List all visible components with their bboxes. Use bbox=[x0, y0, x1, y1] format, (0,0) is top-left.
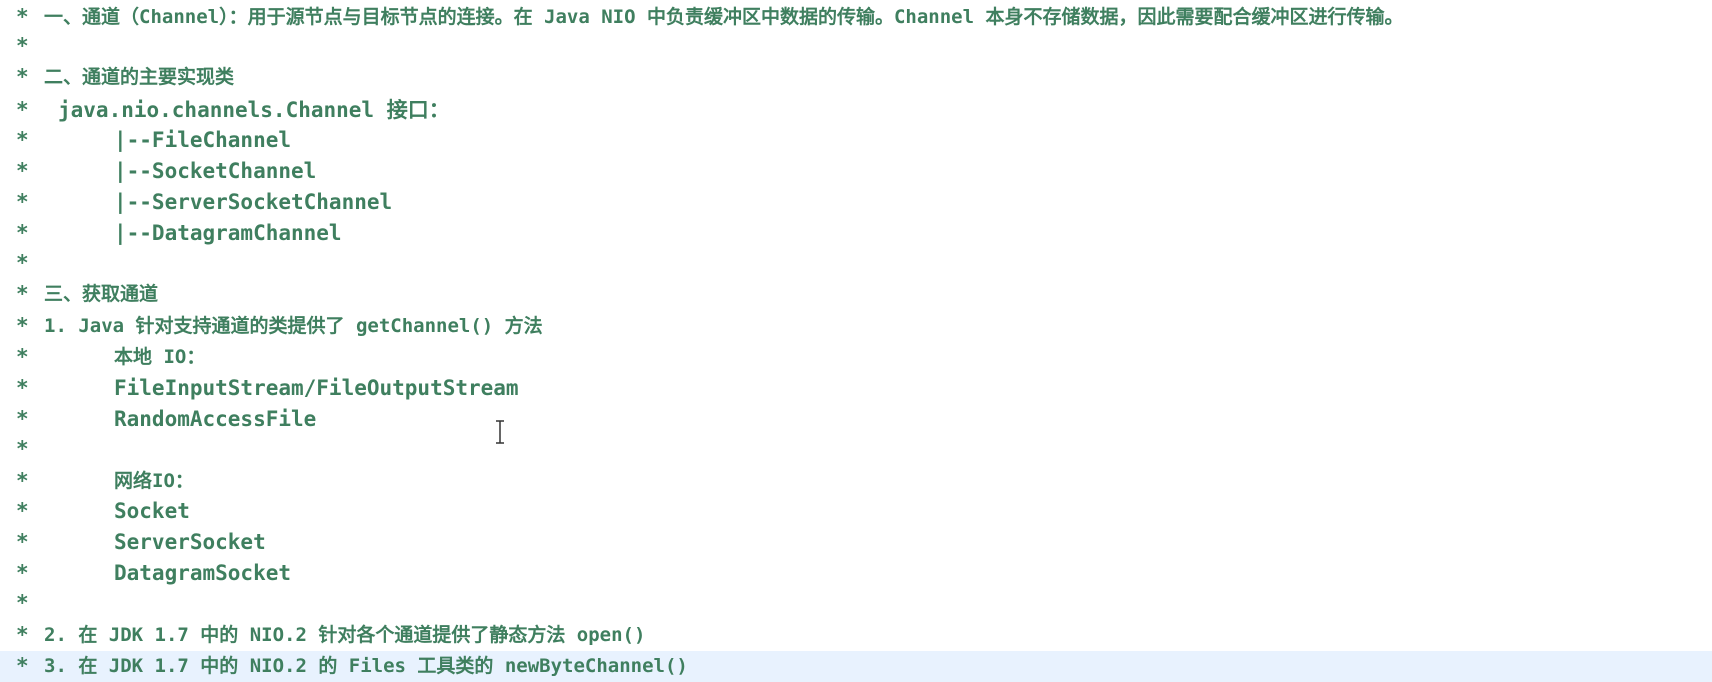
comment-star: * bbox=[16, 251, 29, 275]
line-text: java.nio.channels.Channel 接口： bbox=[58, 98, 450, 122]
comment-line: * Socket bbox=[0, 496, 1712, 527]
comment-star: * bbox=[16, 282, 29, 306]
comment-line: * 网络IO： bbox=[0, 466, 1712, 497]
line-text: |--DatagramChannel bbox=[114, 221, 342, 245]
comment-star: * bbox=[16, 190, 29, 214]
line-text: |--FileChannel bbox=[114, 128, 292, 152]
comment-line: * 本地 IO： bbox=[0, 342, 1712, 373]
code-editor[interactable]: * 一、通道（Channel）：用于源节点与目标节点的连接。在 Java NIO… bbox=[0, 0, 1712, 682]
comment-line: * 三、获取通道 bbox=[0, 279, 1712, 310]
line-text: DatagramSocket bbox=[114, 561, 292, 585]
line-text: ServerSocket bbox=[114, 530, 266, 554]
line-text: FileInputStream/FileOutputStream bbox=[114, 376, 519, 400]
line-text: 本地 IO： bbox=[114, 346, 206, 368]
line-text: |--SocketChannel bbox=[114, 159, 317, 183]
comment-line: * |--ServerSocketChannel bbox=[0, 187, 1712, 218]
comment-star: * bbox=[16, 98, 29, 122]
comment-line: * |--FileChannel bbox=[0, 125, 1712, 156]
comment-line: * FileInputStream/FileOutputStream bbox=[0, 373, 1712, 404]
comment-line: * |--SocketChannel bbox=[0, 156, 1712, 187]
comment-star: * bbox=[16, 654, 29, 678]
line-text: |--ServerSocketChannel bbox=[114, 190, 393, 214]
line-text: 三、获取通道 bbox=[44, 283, 159, 305]
current-line: * 3. 在 JDK 1.7 中的 NIO.2 的 Files 工具类的 new… bbox=[0, 651, 1712, 682]
comment-line: * 二、通道的主要实现类 bbox=[0, 62, 1712, 93]
comment-line: * DatagramSocket bbox=[0, 558, 1712, 589]
comment-star: * bbox=[16, 407, 29, 431]
comment-star: * bbox=[16, 314, 29, 338]
comment-line: * 1. Java 针对支持通道的类提供了 getChannel() 方法 bbox=[0, 311, 1712, 342]
comment-star: * bbox=[16, 591, 29, 615]
line-text: 3. 在 JDK 1.7 中的 NIO.2 的 Files 工具类的 newBy… bbox=[44, 655, 688, 677]
line-text: Socket bbox=[114, 499, 190, 523]
comment-star: * bbox=[16, 345, 29, 369]
line-text: 二、通道的主要实现类 bbox=[44, 66, 235, 88]
comment-line: * 一、通道（Channel）：用于源节点与目标节点的连接。在 Java NIO… bbox=[0, 2, 1712, 33]
comment-line: * bbox=[0, 248, 1712, 279]
comment-star: * bbox=[16, 623, 29, 647]
line-text: RandomAccessFile bbox=[114, 407, 317, 431]
line-text: 2. 在 JDK 1.7 中的 NIO.2 针对各个通道提供了静态方法 open… bbox=[44, 624, 646, 646]
comment-star: * bbox=[16, 530, 29, 554]
comment-line: * 2. 在 JDK 1.7 中的 NIO.2 针对各个通道提供了静态方法 op… bbox=[0, 620, 1712, 651]
comment-star: * bbox=[16, 221, 29, 245]
comment-star: * bbox=[16, 499, 29, 523]
comment-star: * bbox=[16, 5, 29, 29]
comment-star: * bbox=[16, 34, 29, 58]
comment-star: * bbox=[16, 437, 29, 461]
line-text: 1. Java 针对支持通道的类提供了 getChannel() 方法 bbox=[44, 315, 543, 337]
comment-star: * bbox=[16, 159, 29, 183]
comment-line: * bbox=[0, 31, 1712, 62]
comment-line: * RandomAccessFile bbox=[0, 404, 1712, 435]
comment-star: * bbox=[16, 469, 29, 493]
comment-line: * bbox=[0, 434, 1712, 465]
line-text: 网络IO： bbox=[114, 470, 194, 492]
comment-line: * bbox=[0, 588, 1712, 619]
comment-line: * ServerSocket bbox=[0, 527, 1712, 558]
comment-star: * bbox=[16, 561, 29, 585]
comment-line: * |--DatagramChannel bbox=[0, 218, 1712, 249]
comment-star: * bbox=[16, 376, 29, 400]
comment-star: * bbox=[16, 65, 29, 89]
comment-line: * java.nio.channels.Channel 接口： bbox=[0, 95, 1712, 126]
line-text: 一、通道（Channel）：用于源节点与目标节点的连接。在 Java NIO 中… bbox=[44, 6, 1404, 28]
comment-star: * bbox=[16, 128, 29, 152]
